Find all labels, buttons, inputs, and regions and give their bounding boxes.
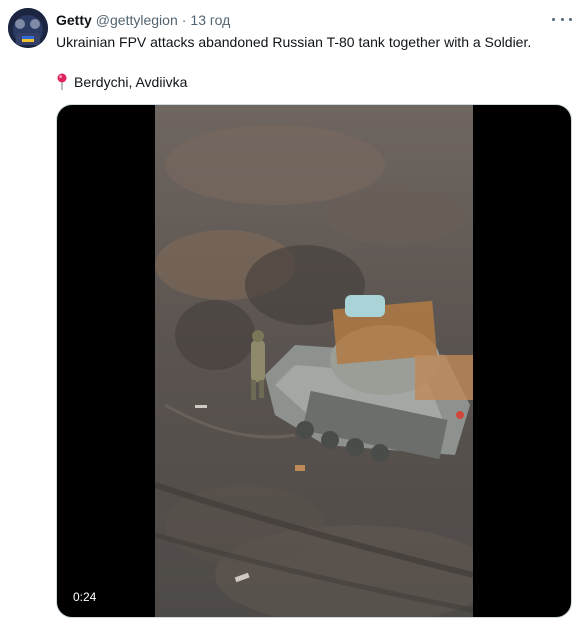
tweet-location: Berdychi, Avdiivka (56, 72, 187, 92)
video-duration-badge: 0:24 (67, 587, 103, 607)
avatar[interactable] (8, 8, 48, 48)
tweet-header: Getty @gettylegion · 13 год (56, 10, 230, 30)
tweet: Getty @gettylegion · 13 год Ukrainian FP… (0, 0, 588, 622)
avatar-image (8, 8, 48, 48)
author-handle[interactable]: @gettylegion (96, 12, 178, 28)
tweet-text: Ukrainian FPV attacks abandoned Russian … (56, 34, 532, 50)
video-frame (155, 105, 473, 617)
separator-dot: · (181, 12, 187, 28)
pin-icon (57, 73, 67, 90)
video-player[interactable]: 0:24 (56, 104, 572, 618)
location-label: Berdychi, Avdiivka (74, 74, 188, 90)
tweet-timestamp[interactable]: 13 год (190, 12, 230, 28)
more-options-icon[interactable] (552, 12, 572, 26)
author-display-name[interactable]: Getty (56, 12, 92, 28)
